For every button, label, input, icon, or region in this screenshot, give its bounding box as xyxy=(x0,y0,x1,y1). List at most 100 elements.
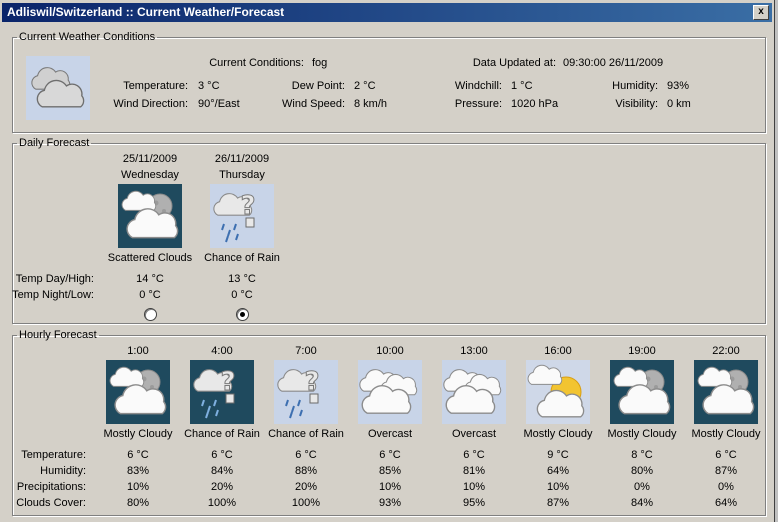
updated-value: 09:30:00 26/11/2009 xyxy=(563,57,664,69)
hour-clouds: 80% xyxy=(126,497,150,509)
svg-text:?: ? xyxy=(304,367,319,397)
pressure-value: 1020 hPa xyxy=(511,98,559,110)
hour-time: 16:00 xyxy=(544,345,572,357)
hour-precip: 0% xyxy=(718,481,734,493)
current-conditions-legend: Current Weather Conditions xyxy=(19,31,156,43)
hour-humidity: 84% xyxy=(210,465,234,477)
day-select-radio[interactable] xyxy=(236,308,249,321)
hour-clouds: 93% xyxy=(378,497,402,509)
night-rain-unknown-icon: ? xyxy=(190,360,254,424)
hour-temperature: 6 °C xyxy=(211,449,233,461)
visibility-value: 0 km xyxy=(667,98,691,110)
day-temp-low: 0 °C xyxy=(231,289,253,301)
night-cloudy-icon xyxy=(118,184,182,248)
hour-precip: 10% xyxy=(378,481,402,493)
hour-time: 4:00 xyxy=(211,345,233,357)
overcast-icon xyxy=(358,360,422,424)
hour-humidity: 88% xyxy=(294,465,318,477)
hourly-clouds-label: Clouds Cover: xyxy=(16,497,86,509)
daily-forecast-legend: Daily Forecast xyxy=(19,137,90,149)
hour-condition: Overcast xyxy=(451,428,496,440)
hour-condition: Mostly Cloudy xyxy=(523,428,593,440)
hour-time: 13:00 xyxy=(460,345,488,357)
hour-clouds: 100% xyxy=(291,497,321,509)
hourly-temperature-label: Temperature: xyxy=(21,449,86,461)
day-weekday: Thursday xyxy=(219,169,265,181)
hour-humidity: 87% xyxy=(714,465,738,477)
svg-text:?: ? xyxy=(220,367,235,397)
hour-humidity: 81% xyxy=(462,465,486,477)
hour-temperature: 6 °C xyxy=(715,449,737,461)
hour-humidity: 83% xyxy=(126,465,150,477)
hourly-forecast-legend: Hourly Forecast xyxy=(19,329,97,341)
hour-time: 19:00 xyxy=(628,345,656,357)
hour-humidity: 85% xyxy=(378,465,402,477)
hour-clouds: 87% xyxy=(546,497,570,509)
wind-speed-value: 8 km/h xyxy=(354,98,388,110)
day-date: 26/11/2009 xyxy=(214,153,270,165)
hour-clouds: 64% xyxy=(714,497,738,509)
temperature-label: Temperature: xyxy=(123,80,188,92)
hour-humidity: 80% xyxy=(630,465,654,477)
title-bar[interactable]: Adliswil/Switzerland :: Current Weather/… xyxy=(2,3,772,22)
svg-text:?: ? xyxy=(240,191,255,221)
wind-speed-label: Wind Speed: xyxy=(282,98,345,110)
overcast-icon xyxy=(442,360,506,424)
hour-time: 10:00 xyxy=(376,345,404,357)
cloudy-icon xyxy=(26,56,90,120)
hour-time: 22:00 xyxy=(712,345,740,357)
day-select-radio[interactable] xyxy=(144,308,157,321)
hour-condition: Mostly Cloudy xyxy=(691,428,761,440)
close-button[interactable]: x xyxy=(753,5,769,20)
updated-label: Data Updated at: xyxy=(472,57,556,69)
temperature-value: 3 °C xyxy=(198,80,220,92)
temp-high-label: Temp Day/High: xyxy=(15,273,94,285)
hour-condition: Overcast xyxy=(367,428,412,440)
day-temp-high: 13 °C xyxy=(228,273,256,285)
hour-humidity: 64% xyxy=(546,465,570,477)
hour-temperature: 6 °C xyxy=(127,449,149,461)
window-title: Adliswil/Switzerland :: Current Weather/… xyxy=(7,5,285,19)
night-cloudy-icon xyxy=(610,360,674,424)
windchill-label: Windchill: xyxy=(454,80,502,92)
hourly-precip-label: Precipitations: xyxy=(16,481,86,493)
hour-condition: Mostly Cloudy xyxy=(607,428,677,440)
dewpoint-label: Dew Point: xyxy=(291,80,345,92)
wind-direction-value: 90°/East xyxy=(198,98,240,110)
hour-clouds: 95% xyxy=(462,497,486,509)
sun-cloudy-icon xyxy=(526,360,590,424)
hour-temperature: 6 °C xyxy=(295,449,317,461)
weather-window: Adliswil/Switzerland :: Current Weather/… xyxy=(0,0,775,522)
windchill-value: 1 °C xyxy=(511,80,533,92)
hour-condition: Chance of Rain xyxy=(268,428,344,440)
hour-temperature: 9 °C xyxy=(547,449,569,461)
visibility-label: Visibility: xyxy=(615,98,658,110)
hour-temperature: 6 °C xyxy=(379,449,401,461)
hour-condition: Chance of Rain xyxy=(184,428,260,440)
rain-unknown-icon: ? xyxy=(210,184,274,248)
night-cloudy-icon xyxy=(694,360,758,424)
hour-time: 7:00 xyxy=(295,345,317,357)
wind-direction-label: Wind Direction: xyxy=(113,98,188,110)
hour-precip: 10% xyxy=(546,481,570,493)
hour-temperature: 6 °C xyxy=(463,449,485,461)
pressure-label: Pressure: xyxy=(454,98,502,110)
rain-unknown-icon: ? xyxy=(274,360,338,424)
hour-precip: 0% xyxy=(634,481,650,493)
conditions-label: Current Conditions: xyxy=(209,57,304,69)
hour-time: 1:00 xyxy=(127,345,149,357)
conditions-value: fog xyxy=(312,57,328,69)
hour-clouds: 100% xyxy=(207,497,237,509)
humidity-label: Humidity: xyxy=(612,80,658,92)
temp-low-label: Temp Night/Low: xyxy=(12,289,94,301)
hourly-humidity-label: Humidity: xyxy=(40,465,86,477)
hour-precip: 20% xyxy=(294,481,318,493)
hour-precip: 10% xyxy=(462,481,486,493)
night-cloudy-icon xyxy=(106,360,170,424)
hour-precip: 10% xyxy=(126,481,150,493)
hour-clouds: 84% xyxy=(630,497,654,509)
day-condition: Chance of Rain xyxy=(204,252,280,264)
hour-precip: 20% xyxy=(210,481,234,493)
dewpoint-value: 2 °C xyxy=(354,80,376,92)
hour-condition: Mostly Cloudy xyxy=(103,428,173,440)
